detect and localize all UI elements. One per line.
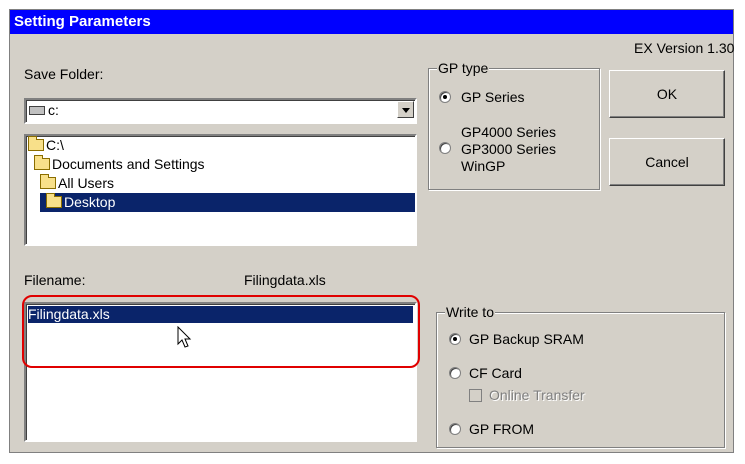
drive-folder-icon <box>28 136 44 151</box>
online-transfer-label: Online Transfer <box>489 387 585 403</box>
gp4000-series-label[interactable]: GP4000 Series <box>461 124 556 140</box>
folder-icon <box>34 155 50 170</box>
cancel-button[interactable]: Cancel <box>609 138 725 186</box>
gp4000-radio[interactable] <box>439 142 451 154</box>
filename-value: Filingdata.xls <box>244 272 326 288</box>
folder-tree[interactable]: C:\ Documents and Settings All Users Des… <box>24 134 417 246</box>
cf-card-label[interactable]: CF Card <box>469 365 522 381</box>
gp-series-label[interactable]: GP Series <box>461 89 525 105</box>
cf-card-radio[interactable] <box>449 367 461 379</box>
gp-type-group: GP type GP Series GP4000 Series GP3000 S… <box>428 60 600 190</box>
filename-label: Filename: <box>24 272 86 288</box>
setting-parameters-dialog: Setting Parameters EX Version 1.30 Save … <box>9 9 734 453</box>
highlight-frame <box>22 295 420 368</box>
drive-icon <box>29 106 45 115</box>
write-to-group: Write to GP Backup SRAM CF Card Online T… <box>436 304 725 448</box>
ok-button[interactable]: OK <box>609 70 725 118</box>
write-to-title: Write to <box>445 304 495 320</box>
folder-open-icon <box>46 193 62 208</box>
dialog-title: Setting Parameters <box>10 10 733 34</box>
tree-item-documents-and-settings[interactable]: Documents and Settings <box>34 155 205 174</box>
mouse-cursor-icon <box>177 326 192 348</box>
gp-from-radio[interactable] <box>449 423 461 435</box>
version-label: EX Version 1.30 <box>634 40 735 56</box>
gp-type-title: GP type <box>437 60 490 76</box>
gp-series-radio[interactable] <box>439 91 451 103</box>
save-folder-label: Save Folder: <box>24 66 104 82</box>
gp-from-label[interactable]: GP FROM <box>469 421 534 437</box>
gp3000-series-label[interactable]: GP3000 Series <box>461 141 556 157</box>
tree-item-all-users[interactable]: All Users <box>40 174 114 193</box>
drive-value: c: <box>48 102 59 118</box>
wingp-label[interactable]: WinGP <box>461 158 505 174</box>
folder-icon <box>40 174 56 189</box>
gp-backup-sram-radio[interactable] <box>449 333 461 345</box>
online-transfer-checkbox[interactable] <box>469 389 482 402</box>
tree-item-c-drive[interactable]: C:\ <box>28 136 64 155</box>
drive-combobox[interactable]: c: <box>24 98 417 124</box>
tree-item-desktop[interactable]: Desktop <box>40 193 415 212</box>
gp-backup-sram-label[interactable]: GP Backup SRAM <box>469 331 584 347</box>
combo-dropdown-arrow[interactable] <box>397 101 414 118</box>
